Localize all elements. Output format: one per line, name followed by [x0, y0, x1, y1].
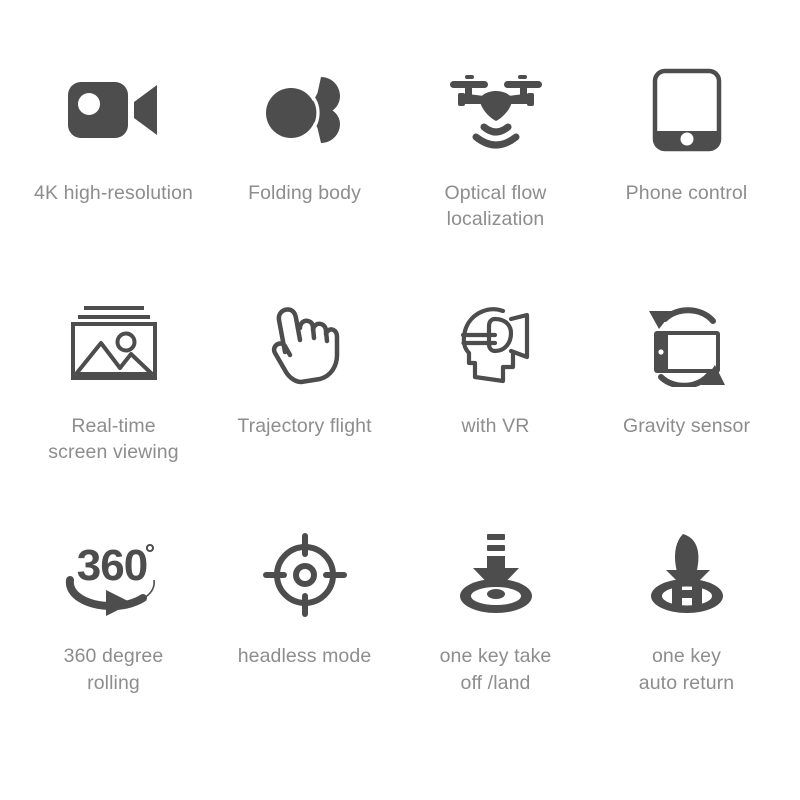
feature-item-360-degree-rolling[interactable]: 360 ° 360 degree rolling	[18, 527, 209, 696]
feature-label: Folding body	[248, 182, 361, 204]
auto-return-helipad-icon	[639, 527, 735, 623]
video-camera-icon	[64, 62, 164, 158]
feature-item-trajectory-flight[interactable]: Trajectory flight	[209, 295, 400, 439]
feature-label: 4K high-resolution	[34, 182, 193, 204]
vr-headset-head-icon	[451, 295, 541, 391]
feature-label: headless mode	[237, 645, 372, 668]
feature-label: Phone control	[625, 182, 748, 204]
feature-item-phone-control[interactable]: Phone control	[591, 62, 782, 206]
feature-item-folding-body[interactable]: Folding body	[209, 62, 400, 206]
rotate-device-icon	[639, 295, 735, 391]
svg-text:360: 360	[76, 541, 146, 590]
feature-item-one-key-take-off-land[interactable]: one key take off /land	[400, 527, 591, 696]
image-gallery-icon	[64, 295, 164, 391]
feature-item-headless-mode[interactable]: headless mode	[209, 527, 400, 669]
feature-item-gravity-sensor[interactable]: Gravity sensor	[591, 295, 782, 439]
feature-item-one-key-auto-return[interactable]: one key auto return	[591, 527, 782, 696]
feature-label: Trajectory flight	[237, 414, 372, 437]
feature-label: one key auto return	[638, 645, 735, 694]
feature-label: with VR	[461, 414, 530, 437]
feature-label: one key take off /land	[439, 645, 552, 694]
feature-label: 360 degree rolling	[63, 645, 164, 694]
feature-label: Gravity sensor	[622, 414, 751, 437]
drone-optical-flow-icon	[446, 62, 546, 158]
feature-label: Optical flow localization	[444, 182, 547, 231]
takeoff-land-arrow-icon	[448, 527, 544, 623]
feature-item-4k-high-resolution[interactable]: 4K high-resolution	[18, 62, 209, 206]
feature-item-optical-flow-localization[interactable]: Optical flow localization	[400, 62, 591, 233]
feature-item-real-time-screen-viewing[interactable]: Real-time screen viewing	[18, 295, 209, 466]
feature-grid: 4K high-resolution Folding body Optical …	[0, 0, 800, 800]
folding-body-icon	[255, 62, 355, 158]
crosshair-target-icon	[262, 527, 348, 623]
feature-label: Real-time screen viewing	[48, 414, 179, 463]
feature-item-with-vr[interactable]: with VR	[400, 295, 591, 439]
smartphone-icon	[651, 62, 723, 158]
pointing-hand-icon	[265, 295, 345, 391]
svg-text:°: °	[144, 538, 154, 568]
360-degree-rotation-icon: 360 °	[62, 527, 166, 623]
